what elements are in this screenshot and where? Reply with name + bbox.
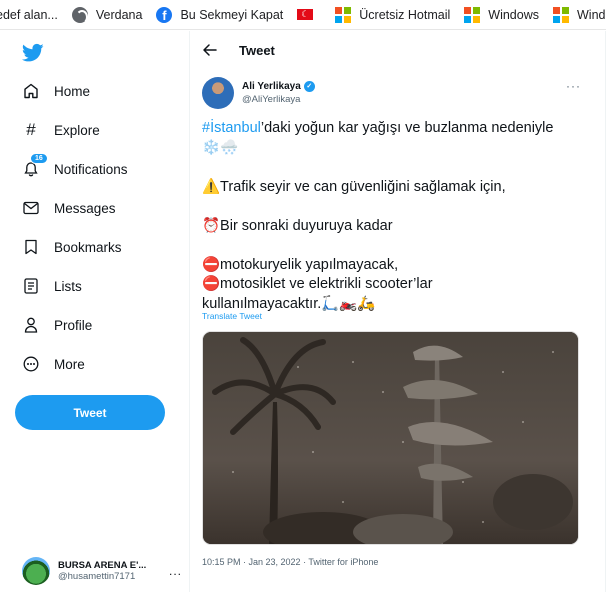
- nav-label: Home: [54, 83, 91, 99]
- account-name: BURSA ARENA E'...: [58, 560, 147, 571]
- bookmark-icon: [22, 238, 40, 256]
- translate-tweet-link[interactable]: Translate Tweet: [202, 311, 262, 321]
- nav-home[interactable]: Home: [22, 79, 90, 103]
- bookmark-item[interactable]: Window: [553, 6, 606, 23]
- turkish-flag-icon: ☾: [297, 9, 314, 20]
- nav-label: Messages: [54, 200, 116, 216]
- nav-label: Explore: [54, 122, 100, 138]
- tweet-text: #İstanbul’daki yoğun kar yağışı ve buzla…: [202, 119, 592, 314]
- bookmark-label: Window: [577, 7, 606, 22]
- back-arrow-icon[interactable]: [202, 42, 218, 58]
- bookmark-item[interactable]: edef alan...: [0, 8, 58, 22]
- author-handle[interactable]: @AliYerlikaya: [242, 94, 315, 105]
- tweet-media-image[interactable]: [202, 331, 579, 545]
- bookmark-label: edef alan...: [0, 7, 58, 22]
- nav-messages[interactable]: Messages: [22, 196, 116, 220]
- bookmark-item[interactable]: f Bu Sekmeyi Kapat: [156, 6, 284, 23]
- bookmark-label: Verdana: [95, 7, 143, 22]
- header: Tweet: [190, 31, 606, 71]
- more-options-icon[interactable]: ···: [566, 79, 581, 93]
- bookmark-label: Windows: [488, 7, 539, 22]
- hashtag-link[interactable]: #İstanbul: [202, 120, 261, 136]
- author-info: Ali Yerlikaya ✓ @AliYerlikaya: [242, 81, 315, 105]
- bell-icon: 16: [22, 153, 48, 178]
- twitter-logo[interactable]: [22, 43, 44, 63]
- more-icon[interactable]: ...: [169, 564, 182, 578]
- tweet-line: ⛔motosiklet ve elektrikli scooter’lar: [202, 276, 433, 292]
- list-icon: [22, 277, 40, 295]
- nav-lists[interactable]: Lists: [22, 274, 82, 298]
- nav-label: Bookmarks: [54, 239, 122, 255]
- author-name[interactable]: Ali Yerlikaya: [242, 81, 301, 92]
- verified-badge-icon: ✓: [303, 81, 315, 92]
- tweet-author[interactable]: Ali Yerlikaya ✓ @AliYerlikaya: [202, 77, 315, 109]
- nav-label: Notifications: [54, 161, 128, 177]
- nav-profile[interactable]: Profile: [22, 313, 92, 337]
- tweet-line: ⛔motokuryelik yapılmayacak,: [202, 256, 399, 273]
- person-icon: [22, 316, 40, 334]
- home-icon: [22, 82, 40, 100]
- nav-label: Lists: [54, 278, 82, 294]
- bookmark-item[interactable]: Ücretsiz Hotmail: [335, 6, 451, 23]
- windows-icon: [553, 6, 569, 23]
- tweet-line: ❄️🌨️: [202, 139, 239, 156]
- hashtag-icon: #: [26, 120, 36, 139]
- nav-more[interactable]: More: [22, 352, 85, 376]
- nav-explore[interactable]: # Explore: [22, 118, 100, 142]
- nav-notifications[interactable]: 16 Notifications: [22, 153, 128, 181]
- tweet-line: ⏰Bir sonraki duyuruya kadar: [202, 217, 393, 234]
- nav-label: More: [54, 356, 85, 372]
- account-handle: @husamettin7171: [58, 571, 136, 582]
- page-title: Tweet: [239, 43, 275, 58]
- envelope-icon: [22, 199, 40, 217]
- bookmark-label: Bu Sekmeyi Kapat: [180, 7, 284, 22]
- bookmarks-bar: edef alan... Verdana f Bu Sekmeyi Kapat …: [0, 0, 606, 30]
- windows-icon: [335, 6, 352, 23]
- account-switcher[interactable]: BURSA ARENA E'... @husamettin7171 ...: [22, 556, 182, 586]
- main-column: Tweet Ali Yerlikaya ✓ @AliYerlikaya ··· …: [190, 31, 606, 592]
- bookmark-item[interactable]: Verdana: [71, 6, 143, 24]
- nav-label: Profile: [54, 317, 93, 333]
- nav-bookmarks[interactable]: Bookmarks: [22, 235, 122, 259]
- tweet-text-fragment: ’daki yoğun kar yağışı ve buzlanma neden…: [260, 120, 554, 136]
- tweet-line: #İstanbul’daki yoğun kar yağışı ve buzla…: [202, 119, 592, 139]
- avatar[interactable]: [202, 77, 234, 109]
- tweet-timestamp: 10:15 PM · Jan 23, 2022 · Twitter for iP…: [202, 557, 379, 567]
- more-circle-icon: [22, 355, 40, 373]
- account-info: BURSA ARENA E'... @husamettin7171: [58, 560, 163, 582]
- notification-badge: 16: [30, 153, 48, 164]
- windows-icon: [464, 6, 481, 23]
- tweet-line: ⚠️Trafik seyir ve can güvenliğini sağlam…: [202, 178, 506, 195]
- bookmark-item[interactable]: ☾: [297, 9, 321, 20]
- bookmark-item[interactable]: Windows: [464, 6, 539, 23]
- facebook-icon: f: [156, 6, 173, 23]
- snow-scene-illustration: [203, 332, 578, 544]
- avatar: [22, 557, 50, 585]
- author-name-row: Ali Yerlikaya ✓: [242, 81, 315, 92]
- bookmark-label: Ücretsiz Hotmail: [359, 7, 451, 22]
- sidebar: Home # Explore 16 Notifications Messages…: [0, 31, 190, 592]
- globe-icon: [71, 6, 88, 24]
- tweet-button[interactable]: Tweet: [15, 395, 165, 430]
